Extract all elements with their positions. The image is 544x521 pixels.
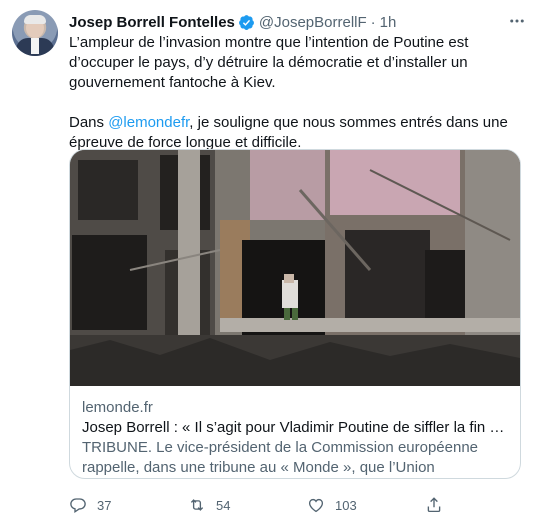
like-count: 103 bbox=[335, 497, 357, 513]
heart-icon bbox=[308, 498, 324, 513]
mention-link[interactable]: @lemondefr bbox=[108, 114, 189, 131]
tweet[interactable]: Josep Borrell Fontelles @JosepBorrellF ·… bbox=[0, 0, 544, 521]
like-button[interactable]: 103 bbox=[307, 494, 357, 516]
more-icon[interactable] bbox=[508, 12, 526, 31]
card-title: Josep Borrell : « Il s’agit pour Vladimi… bbox=[82, 419, 508, 436]
card-image[interactable] bbox=[70, 150, 520, 386]
author-handle[interactable]: @JosepBorrellF bbox=[259, 14, 367, 31]
card-domain: lemonde.fr bbox=[82, 399, 153, 416]
tweet-header: Josep Borrell Fontelles @JosepBorrellF ·… bbox=[69, 12, 396, 32]
tweet-text-prefix: Dans bbox=[69, 114, 109, 131]
retweet-button[interactable]: 54 bbox=[188, 494, 230, 516]
verified-badge-icon bbox=[238, 14, 254, 30]
retweet-icon bbox=[190, 499, 204, 511]
reply-count: 37 bbox=[97, 497, 112, 513]
reply-icon bbox=[70, 498, 86, 514]
link-card[interactable]: lemonde.fr Josep Borrell : « Il s’agit p… bbox=[69, 149, 521, 479]
action-bar: 37 54 103 bbox=[69, 494, 529, 516]
avatar-hair bbox=[24, 15, 46, 24]
author-name[interactable]: Josep Borrell Fontelles bbox=[69, 14, 235, 31]
share-button[interactable] bbox=[425, 494, 443, 516]
avatar[interactable] bbox=[12, 10, 58, 56]
card-text: lemonde.fr Josep Borrell : « Il s’agit p… bbox=[82, 398, 508, 478]
card-description: TRIBUNE. Le vice-président de la Commiss… bbox=[82, 439, 479, 476]
tweet-text: L’ampleur de l’invasion montre que l’int… bbox=[69, 33, 524, 153]
retweet-count: 54 bbox=[216, 497, 231, 513]
separator-dot: · bbox=[370, 13, 376, 31]
share-icon bbox=[427, 497, 441, 513]
timestamp[interactable]: 1h bbox=[380, 14, 397, 31]
reply-button[interactable]: 37 bbox=[69, 494, 111, 516]
avatar-shirt bbox=[31, 38, 39, 54]
tweet-paragraph-2: Dans @lemondefr, je souligne que nous so… bbox=[69, 113, 524, 153]
tweet-paragraph-1: L’ampleur de l’invasion montre que l’int… bbox=[69, 34, 469, 91]
